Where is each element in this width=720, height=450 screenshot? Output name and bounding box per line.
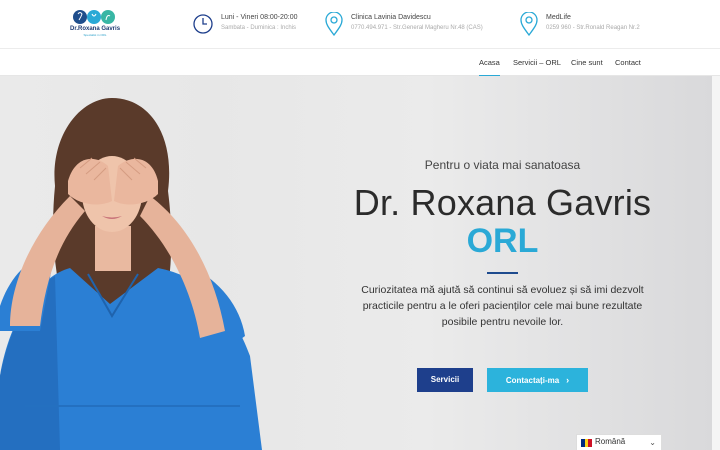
nav-item-cine-sunt[interactable]: Cine sunt — [571, 58, 603, 67]
logo-emblem-icon — [73, 10, 115, 24]
nav-item-servicii[interactable]: Servicii – ORL — [513, 58, 561, 67]
hours-weekdays: Luni - Vineri 08:00-20:00 — [221, 14, 298, 21]
romania-flag-icon — [581, 439, 592, 447]
clinic-medlife-name: MedLife — [546, 14, 571, 21]
hours-weekend: Sambata - Duminica : Inchis — [221, 25, 297, 31]
clinic-davidescu-address: 0770.494.971 - Str.General Magheru Nr.48… — [351, 25, 483, 31]
logo-subtitle: Specialist in ORL — [83, 33, 107, 37]
main-nav: Acasa Servicii – ORL Cine sunt Contact — [0, 49, 720, 77]
services-button[interactable]: Servicii — [417, 368, 473, 392]
chevron-down-icon: ⌄ — [649, 438, 656, 447]
contact-button-label: Contactați-ma — [505, 376, 560, 385]
hero-section: Pentru o viata mai sanatoasa Dr. Roxana … — [0, 76, 712, 450]
nav-item-contact[interactable]: Contact — [615, 58, 641, 67]
location-pin-icon — [325, 12, 343, 36]
services-button-label: Servicii — [430, 375, 460, 384]
clinic-medlife-address: 0259 960 - Str.Ronald Reagan Nr.2 — [546, 25, 640, 31]
contact-button[interactable]: Contactați-ma › — [487, 368, 588, 392]
hero-divider — [487, 272, 518, 274]
chevron-right-icon: › — [566, 375, 570, 385]
scrollbar[interactable] — [712, 76, 720, 450]
clinic-davidescu-name: Clinica Lavinia Davidescu — [351, 14, 431, 21]
clock-icon — [193, 14, 213, 34]
logo-title: Dr.Roxana Gavris — [70, 26, 121, 32]
language-selector[interactable]: Română ⌄ — [576, 434, 662, 450]
doctor-photo — [0, 98, 262, 450]
nav-item-acasa[interactable]: Acasa — [479, 58, 500, 77]
hero-specialty: ORL — [466, 222, 539, 260]
clinic-medlife: MedLife 0259 960 - Str.Ronald Reagan Nr.… — [519, 12, 659, 38]
location-pin-icon — [520, 12, 538, 36]
opening-hours: Luni - Vineri 08:00-20:00 Sambata - Dumi… — [193, 12, 323, 38]
language-label: Română — [595, 437, 626, 446]
top-header: Dr.Roxana Gavris Specialist in ORL Luni … — [0, 0, 720, 48]
hero-tagline: Pentru o viata mai sanatoasa — [424, 158, 581, 172]
clinic-davidescu: Clinica Lavinia Davidescu 0770.494.971 -… — [324, 12, 504, 38]
hero-description: Curiozitatea mă ajută să continui să evo… — [361, 284, 644, 328]
site-logo[interactable]: Dr.Roxana Gavris Specialist in ORL — [70, 9, 120, 39]
hero-doctor-name: Dr. Roxana Gavris — [353, 182, 652, 223]
